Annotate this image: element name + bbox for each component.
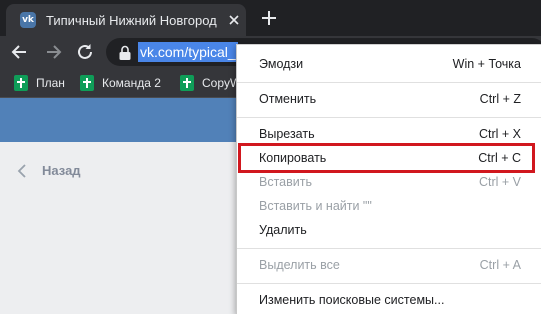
vk-favicon-icon: vk — [20, 12, 36, 28]
bookmark-label: Команда 2 — [102, 76, 161, 90]
context-menu: Эмодзи Win + Точка Отменить Ctrl + Z Выр… — [236, 44, 541, 314]
menu-item-shortcut: Ctrl + A — [479, 258, 521, 272]
url-text[interactable]: vk.com/typical_ — [138, 42, 238, 62]
menu-separator — [237, 248, 541, 249]
menu-item-shortcut: Ctrl + V — [478, 175, 521, 189]
bookmark-label: План — [36, 76, 65, 90]
close-icon[interactable] — [226, 12, 242, 28]
menu-item-paste[interactable]: Вставить Ctrl + V — [237, 171, 541, 195]
menu-item-label: Выделить все — [259, 258, 340, 272]
menu-item-edit-search-engines[interactable]: Изменить поисковые системы... — [237, 289, 541, 313]
menu-item-label: Отменить — [259, 92, 317, 106]
new-tab-icon[interactable] — [259, 8, 279, 28]
back-label: Назад — [42, 163, 81, 178]
menu-separator — [237, 283, 541, 284]
spreadsheet-icon — [180, 75, 194, 91]
browser-tab[interactable]: vk Типичный Нижний Новгород — [6, 4, 246, 36]
menu-item-label: Вставить — [259, 175, 312, 189]
forward-arrow-icon[interactable] — [42, 41, 64, 63]
menu-item-label: Удалить — [259, 223, 307, 237]
menu-item-label: Вырезать — [259, 127, 315, 141]
menu-item-undo[interactable]: Отменить Ctrl + Z — [237, 88, 541, 112]
copy-highlight-box — [238, 143, 535, 173]
spreadsheet-icon — [14, 75, 28, 91]
menu-item-label: Изменить поисковые системы... — [259, 293, 445, 307]
menu-item-select-all[interactable]: Выделить все Ctrl + A — [237, 254, 541, 278]
tab-title: Типичный Нижний Новгород — [46, 13, 217, 28]
menu-item-shortcut: Ctrl + X — [478, 127, 521, 141]
menu-item-shortcut: Win + Точка — [452, 57, 521, 71]
back-arrow-icon[interactable] — [9, 41, 31, 63]
tab-strip: vk Типичный Нижний Новгород — [0, 0, 541, 36]
reload-icon[interactable] — [74, 41, 96, 63]
lock-icon[interactable] — [118, 45, 132, 61]
menu-item-emoji[interactable]: Эмодзи Win + Точка — [237, 53, 541, 77]
menu-item-shortcut: Ctrl + Z — [479, 92, 521, 106]
menu-item-label: Вставить и найти "" — [259, 199, 372, 213]
spreadsheet-icon — [80, 75, 94, 91]
menu-separator — [237, 82, 541, 83]
menu-item-paste-and-search[interactable]: Вставить и найти "" — [237, 195, 541, 219]
menu-separator — [237, 117, 541, 118]
menu-item-delete[interactable]: Удалить — [237, 219, 541, 243]
menu-item-label: Эмодзи — [259, 57, 304, 71]
chevron-left-icon — [17, 164, 26, 178]
